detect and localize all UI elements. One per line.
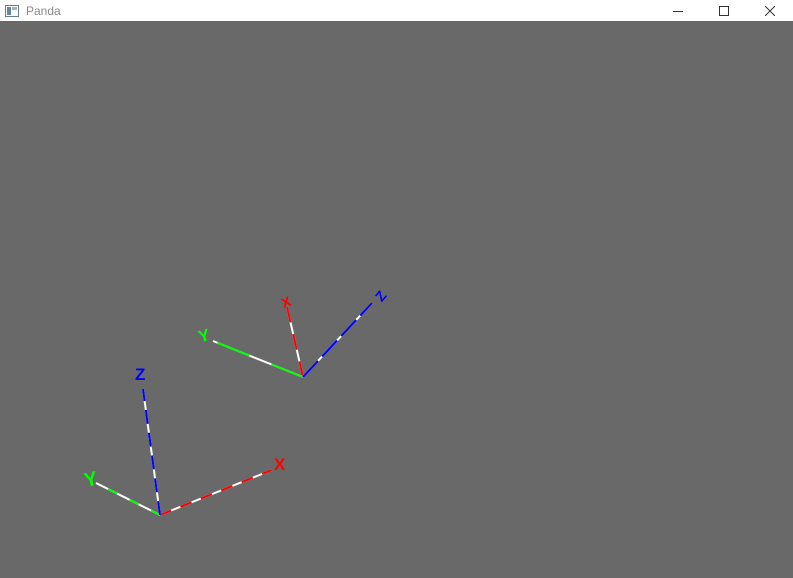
window-controls (655, 0, 793, 21)
object-y-axis: Y (196, 325, 304, 378)
world-axes-gizmo: X Y Z (82, 365, 286, 516)
title-bar[interactable]: Panda (0, 0, 793, 21)
minimize-button[interactable] (655, 0, 701, 21)
maximize-icon (719, 5, 729, 16)
minimize-icon (673, 10, 683, 12)
object-axes-gizmo: X Y Z (196, 287, 390, 378)
object-y-label: Y (196, 325, 213, 346)
render-viewport[interactable]: X Y Z X Y Z (0, 21, 793, 578)
object-z-axis: Z (302, 287, 390, 378)
window-title: Panda (26, 3, 61, 18)
world-z-axis: Z (135, 365, 161, 516)
world-y-label: Y (82, 468, 100, 492)
scene-canvas: X Y Z X Y Z (82, 287, 390, 516)
panda-window: Panda X Y Z X Y Z (0, 0, 793, 578)
world-y-axis: Y (82, 468, 161, 516)
object-x-axis: X (279, 293, 304, 378)
close-button[interactable] (747, 0, 793, 21)
close-icon (765, 5, 775, 16)
world-z-label: Z (135, 365, 145, 384)
panda-window-icon[interactable] (5, 4, 19, 17)
world-x-axis: X (159, 455, 286, 516)
object-z-label: Z (372, 287, 390, 304)
maximize-button[interactable] (701, 0, 747, 21)
object-x-label: X (279, 293, 294, 311)
world-x-label: X (274, 455, 286, 474)
